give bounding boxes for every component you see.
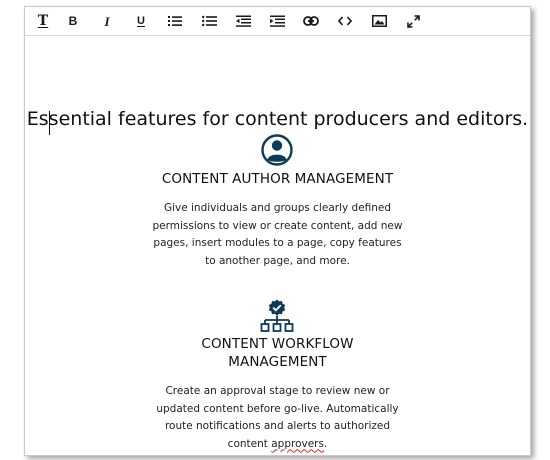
feature-title-line: CONTENT AUTHOR MANAGEMENT (161, 171, 394, 187)
indent-icon (269, 15, 285, 27)
description-line: content approvers. (25, 436, 530, 454)
code-button[interactable] (334, 11, 356, 31)
bold-icon: B (68, 14, 78, 28)
ordered-list-icon (168, 16, 182, 26)
outdent-icon (235, 15, 251, 27)
description-text: . (323, 437, 328, 450)
description-text: content (227, 437, 272, 450)
underline-button[interactable]: U (130, 11, 152, 31)
feature-title-author-management: CONTENT AUTHOR MANAGEMENT (25, 170, 530, 188)
description-line: route notifications and alerts to author… (164, 420, 391, 432)
page-headline: Essential features for content producers… (26, 108, 529, 130)
description-line: to another page, and more. (205, 254, 350, 267)
link-button[interactable] (300, 11, 322, 31)
expand-icon (406, 14, 420, 28)
description-line: pages, insert modules to a page, copy fe… (153, 237, 402, 249)
workflow-hierarchy-icon (260, 299, 294, 332)
description-line: permissions to view or create content, a… (152, 219, 403, 232)
description-line: Give individuals and groups clearly defi… (163, 202, 392, 214)
rich-text-editor[interactable]: T B I U Essential features for content p… (24, 6, 531, 456)
image-icon (371, 15, 387, 27)
code-icon (338, 16, 352, 26)
feature-title-workflow-management: CONTENT WORKFLOW MANAGEMENT (25, 335, 530, 371)
spellcheck-flagged-word[interactable]: approvers (271, 438, 324, 450)
italic-button[interactable]: I (96, 11, 118, 31)
editor-toolbar: T B I U (25, 7, 530, 36)
user-avatar-icon (261, 134, 293, 166)
feature-description-workflow-management: Create an approval stage to review new o… (25, 383, 530, 453)
description-line: Create an approval stage to review new o… (165, 385, 390, 397)
bullet-list-button[interactable] (198, 11, 220, 31)
feature-title-line: MANAGEMENT (228, 354, 327, 370)
fullscreen-button[interactable] (402, 11, 424, 31)
editor-content-area[interactable]: Essential features for content producers… (25, 36, 530, 455)
text-style-icon: T (37, 13, 49, 29)
image-button[interactable] (368, 11, 390, 31)
text-style-button[interactable]: T (32, 11, 54, 31)
bold-button[interactable]: B (62, 11, 84, 31)
outdent-button[interactable] (232, 11, 254, 31)
italic-icon: I (104, 13, 110, 29)
bullet-list-icon (201, 15, 217, 27)
underline-icon: U (137, 14, 145, 27)
feature-title-line: CONTENT WORKFLOW (201, 336, 354, 352)
link-icon (303, 16, 319, 26)
description-line: updated content before go-live. Automati… (156, 402, 399, 415)
ordered-list-button[interactable] (164, 11, 186, 31)
indent-button[interactable] (266, 11, 288, 31)
feature-description-author-management: Give individuals and groups clearly defi… (25, 200, 530, 270)
